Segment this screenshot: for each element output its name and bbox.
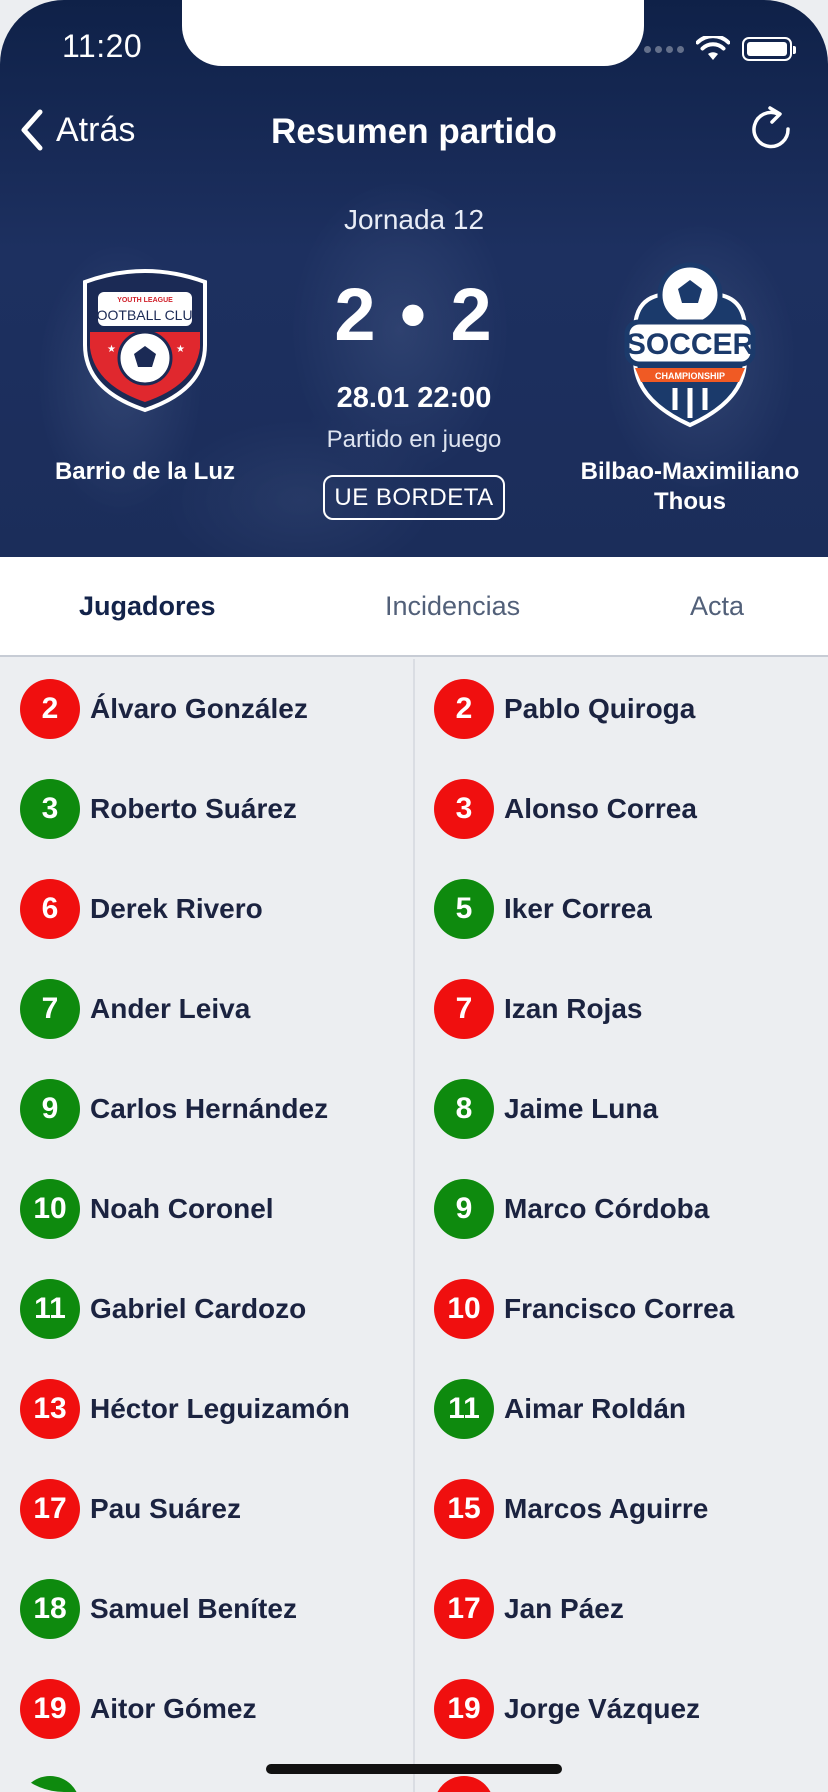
away-team-name: Bilbao-Maximiliano Thous	[580, 458, 800, 515]
player-row[interactable]: 17 Jan Páez	[414, 1559, 828, 1659]
player-row[interactable]: 19 Jorge Vázquez	[414, 1659, 828, 1759]
player-number-badge: 10	[434, 1279, 494, 1339]
away-logo-ribbon: CHAMPIONSHIP	[655, 371, 725, 381]
player-name: Derek Rivero	[90, 893, 263, 924]
tab-bar: Jugadores Incidencias Acta	[0, 557, 828, 657]
player-name: Noah Coronel	[90, 1193, 274, 1224]
player-row[interactable]: 18 Samuel Benítez	[0, 1559, 414, 1659]
player-row[interactable]: 3 Alonso Correa	[414, 759, 828, 859]
player-row[interactable]: 11 Aimar Roldán	[414, 1359, 828, 1459]
screen: 11:20 Atrás Resumen partido YOUTH LEAGUE…	[0, 0, 828, 1792]
status-time: 11:20	[62, 28, 143, 64]
player-number-badge: 15	[434, 1479, 494, 1539]
player-row[interactable]: 10 Noah Coronel	[0, 1159, 414, 1259]
player-name: Héctor Leguizamón	[90, 1393, 350, 1424]
tab-jugadores[interactable]: Jugadores	[79, 591, 216, 622]
player-name: Iker Correa	[504, 893, 652, 924]
battery-icon	[742, 37, 796, 61]
away-players-list: 2 Pablo Quiroga 3 Alonso Correa 5 Iker Correa…	[414, 659, 828, 1759]
player-number-badge: 19	[20, 1679, 80, 1739]
player-number-badge: 11	[20, 1279, 80, 1339]
player-name: Aimar Roldán	[504, 1393, 687, 1424]
player-name: Marcos Aguirre	[504, 1493, 709, 1524]
home-indicator[interactable]	[266, 1764, 562, 1774]
player-name: Marco Córdoba	[504, 1193, 710, 1224]
away-team[interactable]: SOCCER CHAMPIONSHIP Bilbao-Maximiliano T…	[545, 260, 828, 517]
status-icons	[644, 36, 796, 62]
tab-acta[interactable]: Acta	[690, 591, 744, 622]
player-name: Jan Páez	[504, 1593, 624, 1624]
player-number-badge: 3	[434, 779, 494, 839]
wifi-icon	[696, 36, 730, 60]
player-number-badge: 2	[20, 679, 80, 739]
player-number-badge: 7	[20, 979, 80, 1039]
player-row[interactable]: 8 Jaime Luna	[414, 1059, 828, 1159]
player-row[interactable]: 13 Héctor Leguizamón	[0, 1359, 414, 1459]
player-name: Álvaro González	[90, 693, 308, 724]
refresh-icon[interactable]	[748, 106, 794, 152]
player-name: Jorge Vázquez	[504, 1693, 701, 1724]
player-number-badge: 17	[434, 1579, 494, 1639]
player-row[interactable]: 2 Pablo Quiroga	[414, 659, 828, 759]
player-name: Pau Suárez	[90, 1493, 241, 1524]
player-name: Alonso Correa	[504, 793, 697, 824]
player-number-badge: 9	[20, 1079, 80, 1139]
player-row[interactable]: 11 Gabriel Cardozo	[0, 1259, 414, 1359]
player-number-badge: 7	[434, 979, 494, 1039]
away-logo-text: SOCCER	[626, 328, 755, 361]
home-players-list: 2 Álvaro González 3 Roberto Suárez 6 Derek Ri…	[0, 659, 414, 1759]
player-row[interactable]: 3 Roberto Suárez	[0, 759, 414, 859]
match-header: 11:20 Atrás Resumen partido YOUTH LEAGUE…	[0, 0, 828, 557]
away-team-logo: SOCCER CHAMPIONSHIP	[624, 262, 756, 428]
player-name: Gabriel Cardozo	[90, 1293, 307, 1324]
player-row[interactable]: 7 Ander Leiva	[0, 959, 414, 1059]
player-row[interactable]: 5 Iker Correa	[414, 859, 828, 959]
player-name: Jaime Luna	[504, 1093, 659, 1124]
venue-badge[interactable]: UE BORDETA	[323, 475, 505, 520]
player-name: Izan Rojas	[504, 993, 643, 1024]
player-row[interactable]: 2 Álvaro González	[0, 659, 414, 759]
player-number-badge: 8	[434, 1079, 494, 1139]
player-number-badge: 19	[434, 1679, 494, 1739]
player-number-badge: 10	[20, 1179, 80, 1239]
player-number-badge: 5	[434, 879, 494, 939]
player-number-badge: 9	[434, 1179, 494, 1239]
player-row[interactable]: 19 Aitor Gómez	[0, 1659, 414, 1759]
player-name: Francisco Correa	[504, 1293, 735, 1324]
device-notch	[182, 0, 644, 66]
player-row[interactable]: 9 Carlos Hernández	[0, 1059, 414, 1159]
players-lists: 2 Álvaro González 3 Roberto Suárez 6 Derek Ri…	[0, 659, 828, 1792]
player-row[interactable]: 9 Marco Córdoba	[414, 1159, 828, 1259]
player-row[interactable]: 10 Francisco Correa	[414, 1259, 828, 1359]
player-row[interactable]: 7 Izan Rojas	[414, 959, 828, 1059]
player-row[interactable]: 17 Pau Suárez	[0, 1459, 414, 1559]
player-name: Pablo Quiroga	[504, 693, 696, 724]
tab-incidencias[interactable]: Incidencias	[385, 591, 520, 622]
player-name: Samuel Benítez	[90, 1593, 297, 1624]
cellular-signal-icon	[644, 45, 684, 53]
player-number-badge: 3	[20, 779, 80, 839]
player-name: Ander Leiva	[90, 993, 251, 1024]
player-number-badge: 2	[434, 679, 494, 739]
page-title: Resumen partido	[271, 112, 557, 151]
player-number-badge: 13	[20, 1379, 80, 1439]
player-number-badge: 11	[434, 1379, 494, 1439]
player-number-badge: 17	[20, 1479, 80, 1539]
round-label: Jornada 12	[343, 204, 485, 235]
player-row[interactable]: 6 Derek Rivero	[0, 859, 414, 959]
player-name: Carlos Hernández	[90, 1093, 329, 1124]
player-number-badge: 18	[20, 1579, 80, 1639]
player-number-badge: 6	[20, 879, 80, 939]
player-name: Aitor Gómez	[90, 1693, 257, 1724]
player-name: Roberto Suárez	[90, 793, 297, 824]
player-row[interactable]: 15 Marcos Aguirre	[414, 1459, 828, 1559]
